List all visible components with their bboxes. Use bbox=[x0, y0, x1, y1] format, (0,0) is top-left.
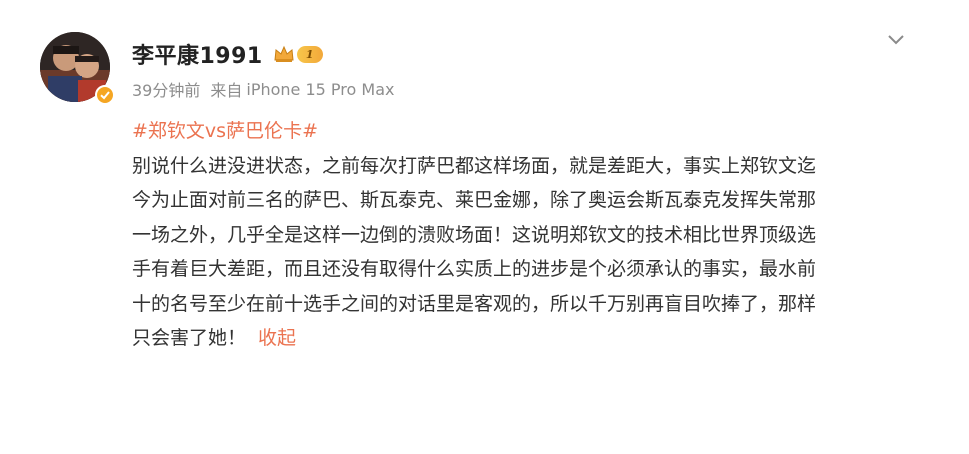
post-header: 李平康1991 1 bbox=[132, 37, 323, 71]
content-line: 一场之外，几乎全是这样一边倒的溃败场面！这说明郑钦文的技术相比世界顶级选 bbox=[132, 223, 817, 246]
content-line: 今为止面对前三名的萨巴、斯瓦泰克、莱巴金娜，除了奥运会斯瓦泰克发挥失常那 bbox=[132, 189, 817, 211]
post-meta: 39分钟前 来自 iPhone 15 Pro Max bbox=[132, 77, 394, 101]
content-text: 只会害了她！ bbox=[132, 327, 247, 349]
vip-level: 1 bbox=[296, 45, 323, 63]
post-content: #郑钦文vs萨巴伦卡# 别说什么进没进状态，之前每次打萨巴都这样场面，就是差距大… bbox=[132, 114, 922, 356]
post-time[interactable]: 39分钟前 bbox=[132, 77, 200, 101]
chevron-down-icon[interactable] bbox=[884, 30, 908, 48]
source-prefix: 来自 bbox=[210, 81, 243, 100]
content-line: #郑钦文vs萨巴伦卡# bbox=[132, 114, 922, 149]
content-line: 十的名号至少在前十选手之间的对话里是客观的，所以千万别再盲目吹捧了，那样 bbox=[132, 292, 817, 315]
content-line: 别说什么进没进状态，之前每次打萨巴都这样场面，就是差距大，事实上郑钦文迄 bbox=[132, 154, 817, 177]
hashtag-link[interactable]: #郑钦文vs萨巴伦卡# bbox=[132, 120, 318, 142]
content-line: 只会害了她！ 收起 bbox=[132, 321, 922, 356]
crown-icon bbox=[274, 45, 294, 62]
source-device: iPhone 15 Pro Max bbox=[246, 79, 395, 99]
weibo-post-card: 李平康1991 1 39分钟前 来自 iPhone 15 Pro Max #郑钦… bbox=[0, 0, 969, 454]
content-line: 手有着巨大差距，而且还没有取得什么实质上的进步是个必须承认的事实，最水前 bbox=[132, 258, 817, 280]
collapse-link[interactable]: 收起 bbox=[258, 327, 296, 349]
verified-badge-icon bbox=[95, 85, 115, 105]
username[interactable]: 李平康1991 bbox=[132, 38, 263, 70]
vip-badge[interactable]: 1 bbox=[273, 43, 323, 65]
